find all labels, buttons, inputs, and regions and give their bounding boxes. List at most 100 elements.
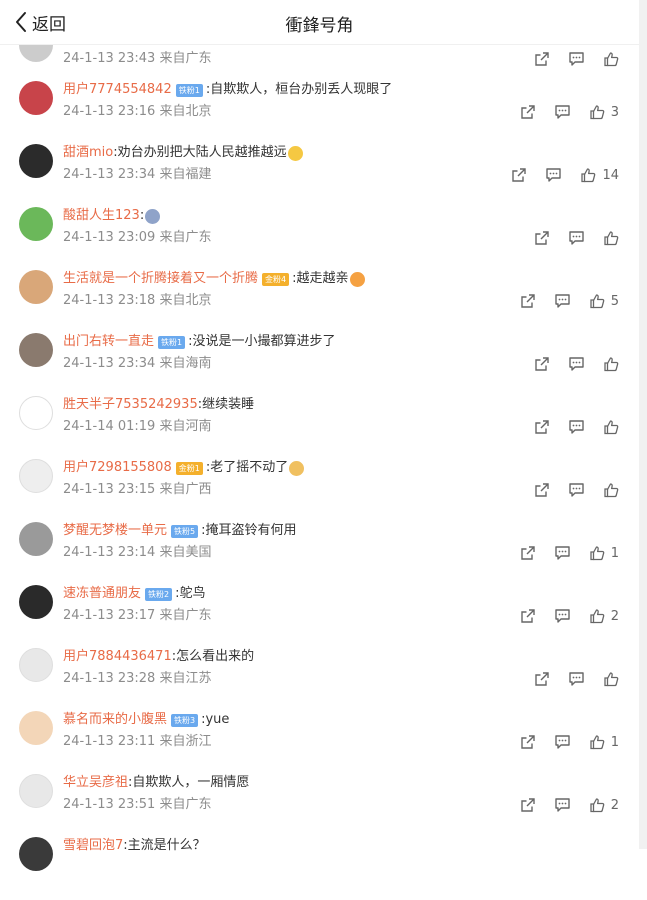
comment-actions: 1 (502, 733, 619, 751)
like-button[interactable]: 1 (589, 734, 619, 750)
like-button[interactable] (603, 419, 619, 435)
comment-icon[interactable] (568, 356, 585, 372)
avatar[interactable] (19, 270, 53, 304)
share-icon[interactable] (534, 356, 550, 372)
username-link[interactable]: 梦醒无梦楼一单元 (63, 522, 167, 540)
comment-icon[interactable] (568, 419, 585, 435)
like-button[interactable] (603, 356, 619, 372)
scrollbar[interactable] (639, 0, 647, 849)
username-link[interactable]: 速冻普通朋友 (63, 585, 141, 603)
like-button[interactable]: 14 (580, 167, 619, 183)
comment-line: 慕名而来的小腹黑 铁粉3:yue (63, 711, 229, 729)
username-link[interactable]: 用户7774554842 (63, 81, 172, 99)
fan-badge: 铁粉2 (145, 587, 173, 601)
emoji-icon (289, 460, 305, 476)
emoji-icon (349, 271, 365, 287)
comment-item: 用户7884436471:怎么看出来的 24-1-13 23:28 来自江苏 (0, 648, 639, 711)
comment-actions: 14 (493, 166, 619, 184)
avatar[interactable] (19, 774, 53, 808)
like-button[interactable]: 2 (589, 797, 619, 813)
username-link[interactable]: 酸甜人生123 (63, 207, 140, 225)
thumbs-up-icon (589, 797, 605, 813)
like-count: 5 (610, 293, 619, 309)
username-link[interactable]: 出门右转一直走 (63, 333, 154, 351)
comment-actions (516, 355, 619, 373)
like-button[interactable] (603, 51, 619, 67)
thumbs-up-icon (580, 167, 596, 183)
comment-meta: 24-1-13 23:14 来自美国 (63, 545, 212, 560)
share-icon[interactable] (534, 419, 550, 435)
comment-icon[interactable] (568, 51, 585, 67)
share-icon[interactable] (520, 545, 536, 561)
comment-icon[interactable] (568, 482, 585, 498)
avatar[interactable] (19, 585, 53, 619)
share-icon[interactable] (520, 104, 536, 120)
username-link[interactable]: 慕名而来的小腹黑 (63, 711, 167, 729)
share-icon[interactable] (534, 482, 550, 498)
avatar[interactable] (19, 837, 53, 871)
like-button[interactable] (603, 482, 619, 498)
comment-meta: 24-1-13 23:09 来自广东 (63, 230, 212, 245)
comment-item: 甜酒mio:劝台办别把大陆人民越推越远 24-1-13 23:34 来自福建 14 (0, 144, 639, 207)
comment-line: 胜天半子7535242935:继续装睡 (63, 396, 254, 414)
thumbs-up-icon (603, 419, 619, 435)
comment-text: :越走越亲 (292, 271, 349, 286)
comment-icon[interactable] (554, 545, 571, 561)
comment-icon[interactable] (554, 608, 571, 624)
comment-text: :鸵鸟 (175, 586, 206, 601)
share-icon[interactable] (511, 167, 527, 183)
avatar[interactable] (19, 396, 53, 430)
avatar[interactable] (19, 333, 53, 367)
comment-meta: 24-1-14 01:19 来自河南 (63, 419, 212, 434)
username-link[interactable]: 用户7884436471 (63, 648, 172, 666)
username-link[interactable]: 雪碧回泡7 (63, 837, 123, 855)
share-icon[interactable] (520, 734, 536, 750)
comment-icon[interactable] (545, 167, 562, 183)
avatar[interactable] (19, 207, 53, 241)
share-icon[interactable] (534, 51, 550, 67)
username-link[interactable]: 用户7298155808 (63, 459, 172, 477)
share-icon[interactable] (520, 608, 536, 624)
comment-icon[interactable] (554, 293, 571, 309)
comment-actions: 5 (502, 292, 619, 310)
thumbs-up-icon (589, 734, 605, 750)
comment-text: :继续装睡 (197, 397, 255, 412)
thumbs-up-icon (603, 671, 619, 687)
comment-meta: 24-1-13 23:17 来自广东 (63, 608, 212, 623)
like-button[interactable]: 2 (589, 608, 619, 624)
username-link[interactable]: 胜天半子7535242935 (63, 396, 198, 414)
like-button[interactable]: 1 (589, 545, 619, 561)
avatar[interactable] (19, 144, 53, 178)
thumbs-up-icon (603, 51, 619, 67)
comment-icon[interactable] (554, 734, 571, 750)
avatar[interactable] (19, 81, 53, 115)
share-icon[interactable] (520, 797, 536, 813)
like-count: 1 (610, 545, 619, 561)
comment-line: 酸甜人生123: (63, 207, 161, 225)
thumbs-up-icon (603, 482, 619, 498)
comment-icon[interactable] (554, 797, 571, 813)
avatar[interactable] (19, 522, 53, 556)
comment-meta: 24-1-13 23:16 来自北京 (63, 104, 212, 119)
thumbs-up-icon (589, 104, 605, 120)
comment-icon[interactable] (568, 230, 585, 246)
comment-actions: 2 (502, 607, 619, 625)
like-button[interactable] (603, 230, 619, 246)
avatar[interactable] (19, 648, 53, 682)
top-nav-bar: 返回 衝鋒号角 (0, 0, 639, 45)
share-icon[interactable] (534, 230, 550, 246)
username-link[interactable]: 华立吴彦祖 (63, 774, 128, 792)
comment-icon[interactable] (568, 671, 585, 687)
comment-icon[interactable] (554, 104, 571, 120)
like-button[interactable]: 3 (589, 104, 619, 120)
share-icon[interactable] (520, 293, 536, 309)
username-link[interactable]: 甜酒mio (63, 144, 113, 162)
comment-line: 华立吴彦祖:自欺欺人，一厢情愿 (63, 774, 249, 792)
avatar[interactable] (19, 459, 53, 493)
like-button[interactable]: 5 (589, 293, 619, 309)
avatar[interactable] (19, 711, 53, 745)
comment-text: :主流是什么？ (123, 838, 206, 853)
share-icon[interactable] (534, 671, 550, 687)
like-button[interactable] (603, 671, 619, 687)
username-link[interactable]: 生活就是一个折腾接着又一个折腾 (63, 270, 258, 288)
